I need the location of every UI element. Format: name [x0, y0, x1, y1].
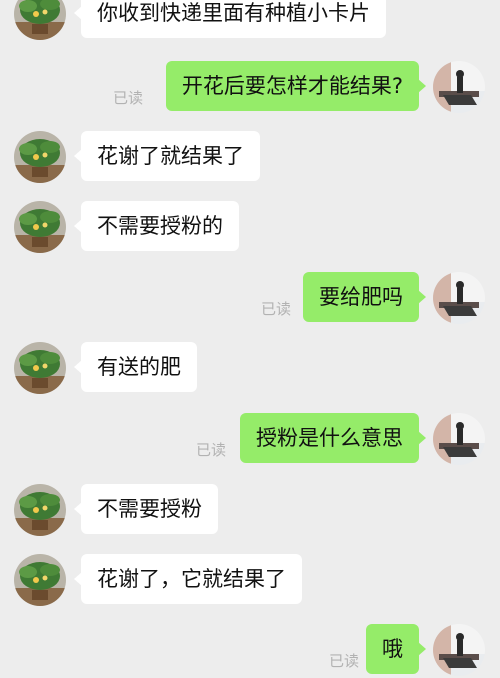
message-row-incoming: 花谢了，它就结果了	[0, 554, 500, 608]
message-row-incoming: 花谢了就结果了	[0, 131, 500, 185]
message-bubble[interactable]: 不需要授粉的	[74, 201, 239, 251]
message-row-outgoing: 已读 要给肥吗	[0, 272, 500, 326]
message-bubble[interactable]: 开花后要怎样才能结果?	[165, 61, 427, 111]
plant-avatar[interactable]	[14, 131, 66, 183]
message-row-incoming: 不需要授粉的	[0, 201, 500, 255]
message-row-outgoing: 已读 哦	[0, 624, 500, 678]
read-receipt: 已读	[260, 300, 291, 318]
message-bubble[interactable]: 不需要授粉	[74, 484, 218, 534]
read-receipt: 已读	[328, 652, 359, 670]
message-bubble[interactable]: 授粉是什么意思	[240, 413, 426, 463]
message-row-outgoing: 已读 授粉是什么意思	[0, 413, 500, 467]
read-receipt: 已读	[112, 89, 143, 107]
plant-avatar[interactable]	[14, 554, 66, 606]
plant-avatar[interactable]	[14, 201, 66, 253]
message-bubble[interactable]: 花谢了就结果了	[74, 131, 260, 181]
plant-avatar[interactable]	[14, 484, 66, 536]
message-row-incoming: 不需要授粉	[0, 484, 500, 538]
read-receipt: 已读	[195, 441, 226, 459]
message-row-incoming: 你收到快递里面有种植小卡片	[0, 0, 500, 42]
user-avatar[interactable]	[433, 413, 485, 465]
message-row-outgoing: 已读 开花后要怎样才能结果?	[0, 61, 500, 115]
message-bubble[interactable]: 花谢了，它就结果了	[74, 554, 302, 604]
plant-avatar[interactable]	[14, 342, 66, 394]
message-row-incoming: 有送的肥	[0, 342, 500, 396]
message-bubble[interactable]: 你收到快递里面有种植小卡片	[74, 0, 386, 38]
plant-avatar[interactable]	[14, 0, 66, 40]
user-avatar[interactable]	[433, 624, 485, 676]
user-avatar[interactable]	[433, 61, 485, 113]
message-bubble[interactable]: 有送的肥	[74, 342, 197, 392]
message-bubble[interactable]: 要给肥吗	[303, 272, 426, 322]
user-avatar[interactable]	[433, 272, 485, 324]
